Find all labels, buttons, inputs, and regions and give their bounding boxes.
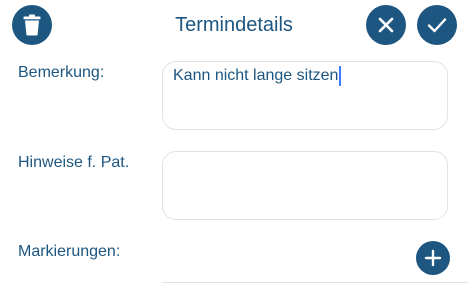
markierungen-label: Markierungen:	[18, 243, 121, 260]
bemerkung-value: Kann nicht lange sitzen	[173, 67, 339, 84]
bemerkung-label: Bemerkung:	[18, 64, 105, 81]
cancel-button[interactable]	[366, 5, 406, 45]
checkmark-icon	[427, 18, 447, 33]
bemerkung-textarea[interactable]: Kann nicht lange sitzen	[162, 61, 448, 130]
confirm-button[interactable]	[417, 5, 457, 45]
hinweise-textarea[interactable]	[162, 151, 448, 220]
add-marker-button[interactable]	[416, 241, 450, 275]
plus-icon	[424, 249, 442, 267]
text-caret	[339, 66, 342, 86]
appointment-details-screen: Termindetails Bemerkung: Kann nicht lang…	[0, 0, 468, 283]
hinweise-label: Hinweise f. Pat.	[18, 154, 130, 171]
bemerkung-value-wrap: Kann nicht lange sitzen	[173, 66, 342, 86]
close-icon	[378, 17, 394, 33]
